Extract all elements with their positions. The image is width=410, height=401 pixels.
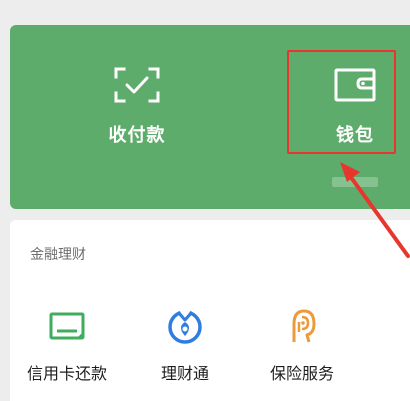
finance-section-title: 金融理财 — [30, 247, 86, 263]
credit-card-repay-button[interactable]: 信用卡还款 — [12, 306, 122, 386]
insurance-service-label: 保险服务 — [269, 364, 334, 383]
credit-card-repay-label: 信用卡还款 — [26, 364, 107, 383]
credit-card-icon — [49, 312, 85, 340]
licaitong-label: 理财通 — [160, 364, 209, 383]
pay-receive-label: 收付款 — [108, 125, 166, 146]
insurance-icon — [292, 309, 316, 343]
licaitong-button[interactable]: 理财通 — [130, 306, 240, 386]
licaitong-icon — [168, 310, 202, 344]
insurance-service-button[interactable]: 保险服务 — [247, 306, 357, 386]
wechat-me-pay-page: 收付款 钱包 金融理财 信用卡还款 理财通 保险服务 — [0, 0, 410, 401]
pay-receive-button[interactable]: 收付款 — [67, 25, 207, 209]
scan-check-icon — [114, 67, 160, 103]
pointer-arrow-annotation — [340, 162, 410, 258]
wallet-highlight-box — [287, 50, 396, 154]
